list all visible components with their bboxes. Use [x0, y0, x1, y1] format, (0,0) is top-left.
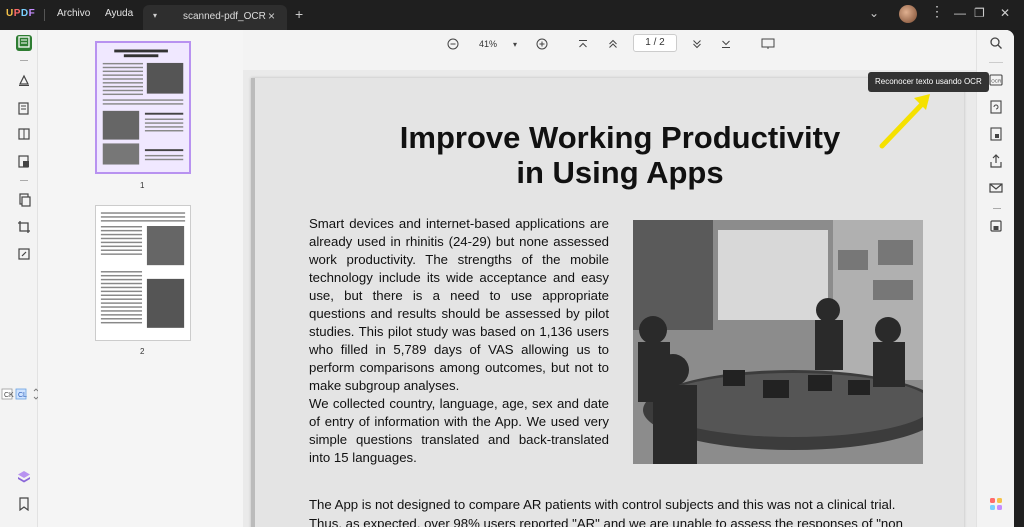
edit-pdf-icon[interactable]	[16, 101, 32, 117]
more-icon[interactable]: ⋮	[930, 3, 944, 20]
paragraph: We collected country, language, age, sex…	[309, 396, 609, 465]
zoom-out-button[interactable]	[447, 38, 459, 53]
avatar[interactable]	[899, 5, 917, 23]
presentation-icon[interactable]	[761, 38, 775, 53]
zoom-dropdown-icon[interactable]: ▾	[513, 40, 517, 49]
crop-icon[interactable]	[16, 220, 32, 236]
reader-mode-icon[interactable]	[16, 35, 32, 51]
svg-text:CL: CL	[18, 392, 27, 399]
menu-help[interactable]: Ayuda	[105, 8, 133, 19]
title-line-2: in Using Apps	[516, 155, 724, 190]
divider	[993, 208, 1001, 209]
organize-pages-icon[interactable]	[16, 193, 32, 209]
divider	[44, 9, 45, 21]
view-toolbar: 41% ▾ 1 / 2	[243, 30, 976, 70]
comment-icon[interactable]	[16, 73, 32, 89]
document-title: Improve Working Productivity in Using Ap…	[325, 120, 915, 190]
page-number-input[interactable]: 1 / 2	[633, 34, 677, 52]
divider	[989, 62, 1003, 63]
svg-text:CK: CK	[4, 392, 14, 399]
window-edge	[1014, 30, 1024, 527]
zoom-in-button[interactable]	[536, 38, 548, 53]
total-pages: 2	[659, 37, 665, 48]
svg-text:OCR: OCR	[991, 79, 1002, 84]
thumbnail-panel: 1 2	[38, 30, 243, 527]
minimize-icon[interactable]: —	[954, 6, 966, 20]
chevron-down-icon[interactable]: ⌄	[869, 6, 879, 20]
title-bar: UPDF Archivo Ayuda ▾ scanned-pdf_OCR × +…	[0, 0, 1024, 30]
title-line-1: Improve Working Productivity	[399, 120, 841, 155]
page-thumbnail-2[interactable]	[95, 205, 191, 341]
form-icon[interactable]	[16, 127, 32, 143]
new-tab-button[interactable]: +	[295, 6, 303, 22]
next-page-icon[interactable]	[691, 38, 703, 53]
body-text: Smart devices and internet-based applica…	[309, 215, 609, 467]
first-page-icon[interactable]	[577, 38, 589, 53]
protect-icon[interactable]	[16, 154, 32, 170]
left-toolbar	[0, 30, 38, 527]
annotation-arrow-icon	[879, 94, 930, 149]
restore-icon[interactable]: ❐	[974, 6, 985, 20]
search-icon[interactable]	[988, 36, 1004, 52]
tab-title: scanned-pdf_OCR	[183, 11, 266, 22]
ai-assistant-icon[interactable]	[988, 497, 1004, 513]
page-thumbnail-1[interactable]	[95, 41, 191, 174]
right-toolbar: OCR	[976, 30, 1014, 527]
divider	[20, 180, 28, 181]
close-window-icon[interactable]: ✕	[1000, 6, 1010, 20]
paragraph: Smart devices and internet-based applica…	[309, 216, 609, 393]
bookmark-icon[interactable]	[16, 497, 32, 513]
document-viewer[interactable]: Improve Working Productivity in Using Ap…	[243, 70, 976, 527]
close-tab-icon[interactable]: ×	[268, 9, 275, 23]
page-number-label: 1	[140, 181, 145, 190]
convert-pdf-icon[interactable]	[988, 100, 1004, 116]
text-line: The App is not designed to compare AR pa…	[309, 497, 896, 512]
layers-icon[interactable]	[16, 470, 32, 486]
current-page: 1	[645, 37, 651, 48]
zoom-level[interactable]: 41%	[479, 39, 497, 49]
previous-page-icon[interactable]	[607, 38, 619, 53]
share-icon[interactable]	[988, 154, 1004, 170]
email-icon[interactable]	[988, 181, 1004, 197]
app-logo: UPDF	[6, 8, 36, 19]
app-body: CK CL 1 2 41% ▾ 1 / 2 Improve Working Pr…	[0, 30, 1014, 527]
document-tab[interactable]: ▾ scanned-pdf_OCR ×	[143, 5, 287, 30]
save-icon[interactable]	[988, 219, 1004, 235]
office-meeting-photo	[633, 220, 923, 464]
protect-pdf-icon[interactable]	[988, 127, 1004, 143]
convert-icon[interactable]	[16, 247, 32, 263]
body-text-bottom: The App is not designed to compare AR pa…	[309, 495, 929, 527]
page-separator: /	[653, 37, 657, 48]
chevron-down-icon[interactable]: ▾	[153, 11, 157, 20]
page-number-label: 2	[140, 347, 145, 356]
ocr-icon[interactable]: OCR	[988, 73, 1004, 89]
text-line: Thus, as expected, over 98% users report…	[309, 516, 903, 527]
last-page-icon[interactable]	[720, 38, 732, 53]
divider	[20, 60, 28, 61]
menu-file[interactable]: Archivo	[57, 8, 90, 19]
pdf-page: Improve Working Productivity in Using Ap…	[251, 78, 964, 527]
